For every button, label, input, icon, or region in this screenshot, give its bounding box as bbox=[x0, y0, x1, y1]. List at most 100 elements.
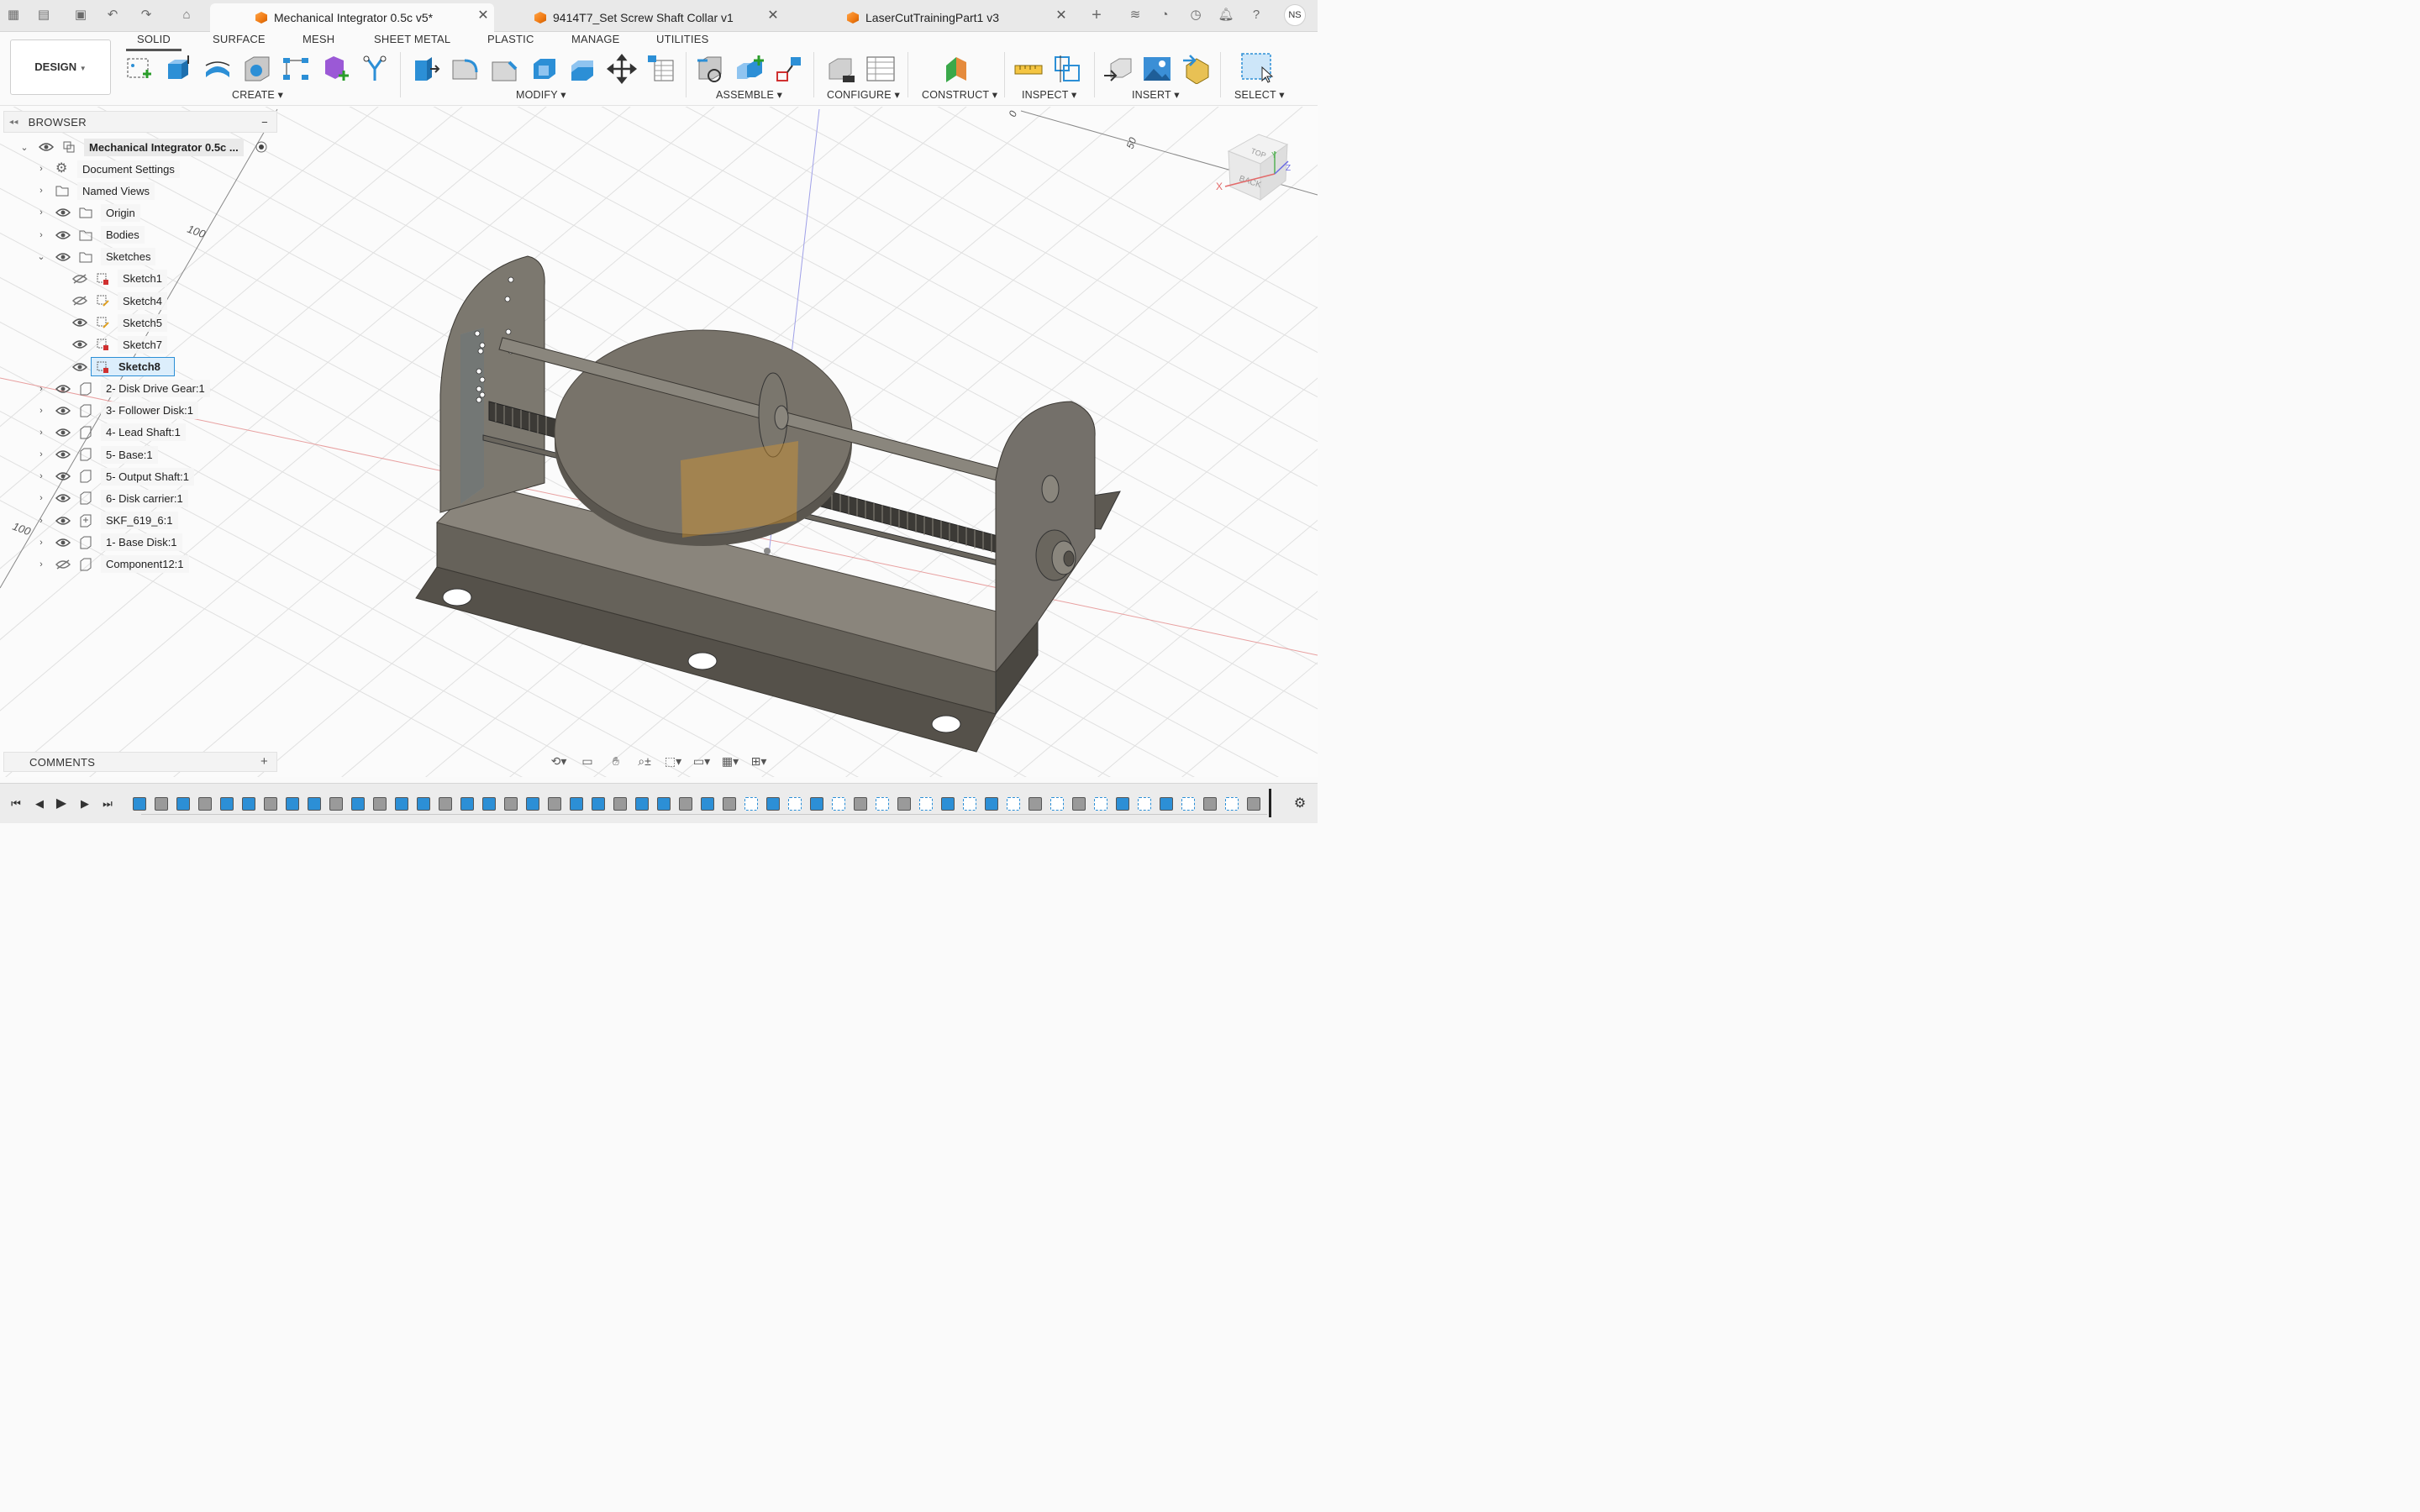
insert-derive-icon[interactable] bbox=[1102, 54, 1133, 84]
undo-icon[interactable]: ↶ bbox=[104, 7, 121, 24]
activate-radio-icon[interactable] bbox=[255, 140, 268, 154]
display-settings-icon[interactable]: ▭▾ bbox=[689, 752, 714, 770]
measure-icon[interactable] bbox=[1013, 54, 1044, 84]
timeline-feature[interactable] bbox=[1072, 797, 1086, 811]
eye-icon[interactable] bbox=[55, 428, 71, 438]
tree-item-sketch4[interactable]: Sketch4 bbox=[3, 290, 277, 312]
view-cube[interactable]: TOP BACK X Y Z bbox=[1216, 134, 1291, 202]
timeline-feature[interactable] bbox=[919, 797, 933, 811]
create-form-icon[interactable] bbox=[320, 54, 350, 84]
user-avatar[interactable]: NS bbox=[1284, 4, 1306, 26]
new-component-icon[interactable] bbox=[696, 54, 726, 84]
eye-icon[interactable] bbox=[39, 142, 54, 152]
interference-icon[interactable] bbox=[1052, 54, 1082, 84]
orbit-icon[interactable]: ⟲▾ bbox=[546, 752, 571, 770]
chevron-right-icon[interactable]: › bbox=[35, 428, 47, 438]
timeline-feature[interactable] bbox=[417, 797, 430, 811]
eye-icon[interactable] bbox=[55, 252, 71, 262]
zoom-icon[interactable]: ⌕± bbox=[632, 752, 657, 770]
tree-item-component[interactable]: › 6- Disk carrier:1 bbox=[3, 487, 277, 509]
chevron-right-icon[interactable]: › bbox=[35, 471, 47, 481]
tab-sheet-metal[interactable]: SHEET METAL bbox=[374, 33, 450, 45]
timeline-feature[interactable] bbox=[1116, 797, 1129, 811]
tab-solid[interactable]: SOLID bbox=[137, 33, 171, 45]
tree-item-component[interactable]: › 1- Base Disk:1 bbox=[3, 532, 277, 554]
tree-item-sketch7[interactable]: Sketch7 bbox=[3, 333, 277, 355]
job-status-icon[interactable]: ◔ bbox=[1156, 7, 1173, 24]
configure-design-icon[interactable] bbox=[826, 54, 856, 84]
extrude-icon[interactable] bbox=[163, 54, 193, 84]
fit-icon[interactable]: ⬚▾ bbox=[660, 752, 686, 770]
inspect-menu[interactable]: INSPECT ▾ bbox=[1022, 88, 1077, 101]
timeline-feature[interactable] bbox=[679, 797, 692, 811]
revolve-icon[interactable] bbox=[203, 54, 233, 84]
minimize-browser-button[interactable]: − bbox=[261, 116, 268, 129]
timeline-feature[interactable] bbox=[657, 797, 671, 811]
tree-item-origin[interactable]: › Origin bbox=[3, 202, 277, 223]
timeline-feature[interactable] bbox=[1247, 797, 1260, 811]
timeline-feature[interactable] bbox=[941, 797, 955, 811]
timeline-feature[interactable] bbox=[242, 797, 255, 811]
timeline-feature[interactable] bbox=[329, 797, 343, 811]
notifications-icon[interactable]: 🔔︎ bbox=[1218, 7, 1234, 24]
tree-item-named-views[interactable]: › Named Views bbox=[3, 180, 277, 202]
tree-item-sketch5[interactable]: Sketch5 bbox=[3, 312, 277, 333]
timeline-feature[interactable] bbox=[876, 797, 889, 811]
step-back-icon[interactable]: ◀ bbox=[30, 795, 49, 812]
tree-item-component[interactable]: › 5- Base:1 bbox=[3, 444, 277, 465]
clock-icon[interactable]: ◷ bbox=[1187, 7, 1204, 24]
eye-icon[interactable] bbox=[55, 406, 71, 416]
hole-icon[interactable] bbox=[242, 54, 272, 84]
tree-item-component[interactable]: › 2- Disk Drive Gear:1 bbox=[3, 378, 277, 400]
chevron-right-icon[interactable]: › bbox=[35, 207, 47, 218]
create-sketch-icon[interactable] bbox=[124, 54, 155, 84]
timeline-feature[interactable] bbox=[635, 797, 649, 811]
timeline-feature[interactable] bbox=[198, 797, 212, 811]
timeline-feature[interactable] bbox=[592, 797, 605, 811]
timeline-feature[interactable] bbox=[1225, 797, 1239, 811]
select-menu[interactable]: SELECT ▾ bbox=[1234, 88, 1285, 101]
timeline-feature[interactable] bbox=[133, 797, 146, 811]
timeline-feature[interactable] bbox=[1138, 797, 1151, 811]
look-at-icon[interactable]: ▭ bbox=[575, 752, 600, 770]
timeline-feature[interactable] bbox=[963, 797, 976, 811]
document-tab-active[interactable]: Mechanical Integrator 0.5c v5* bbox=[210, 3, 494, 32]
chevron-right-icon[interactable]: › bbox=[35, 230, 47, 240]
collapse-panel-icon[interactable]: ◂◂ bbox=[9, 118, 18, 127]
close-tab-icon[interactable]: ✕ bbox=[1055, 7, 1068, 24]
tree-root-row[interactable]: ⌄ Mechanical Integrator 0.5c ... bbox=[3, 136, 277, 158]
construct-menu[interactable]: CONSTRUCT ▾ bbox=[922, 88, 997, 101]
timeline-marker[interactable] bbox=[1269, 789, 1271, 817]
tree-item-sketch8[interactable]: Sketch8 bbox=[3, 356, 277, 378]
timeline-feature[interactable] bbox=[395, 797, 408, 811]
timeline-feature[interactable] bbox=[526, 797, 539, 811]
file-icon[interactable]: ▤ bbox=[35, 7, 52, 24]
timeline-feature[interactable] bbox=[701, 797, 714, 811]
timeline-feature[interactable] bbox=[810, 797, 823, 811]
timeline-feature[interactable] bbox=[373, 797, 387, 811]
eye-icon[interactable] bbox=[55, 384, 71, 394]
create-menu[interactable]: CREATE ▾ bbox=[232, 88, 283, 101]
timeline-feature[interactable] bbox=[613, 797, 627, 811]
eye-icon[interactable] bbox=[55, 538, 71, 548]
timeline-feature[interactable] bbox=[460, 797, 474, 811]
pan-icon[interactable]: ✋︎ bbox=[603, 752, 629, 770]
workspace-switcher-button[interactable]: DESIGN ▼ bbox=[10, 39, 111, 95]
grid-icon[interactable]: ▦ bbox=[5, 7, 22, 24]
eye-icon[interactable] bbox=[55, 207, 71, 218]
grid-settings-icon[interactable]: ▦▾ bbox=[718, 752, 743, 770]
tree-item-component[interactable]: › SKF_619_6:1 bbox=[3, 510, 277, 532]
timeline-feature[interactable] bbox=[1181, 797, 1195, 811]
chevron-right-icon[interactable]: › bbox=[35, 384, 47, 394]
tree-item-sketches[interactable]: ⌄ Sketches bbox=[3, 246, 277, 268]
timeline-feature[interactable] bbox=[286, 797, 299, 811]
insert-menu[interactable]: INSERT ▾ bbox=[1132, 88, 1180, 101]
tab-surface[interactable]: SURFACE bbox=[213, 33, 266, 45]
timeline-feature[interactable] bbox=[176, 797, 190, 811]
chevron-right-icon[interactable]: › bbox=[35, 538, 47, 548]
tab-mesh[interactable]: MESH bbox=[302, 33, 334, 45]
tree-item-component[interactable]: › 4- Lead Shaft:1 bbox=[3, 422, 277, 444]
timeline-feature[interactable] bbox=[854, 797, 867, 811]
pattern-icon[interactable] bbox=[281, 54, 311, 84]
timeline-feature[interactable] bbox=[264, 797, 277, 811]
